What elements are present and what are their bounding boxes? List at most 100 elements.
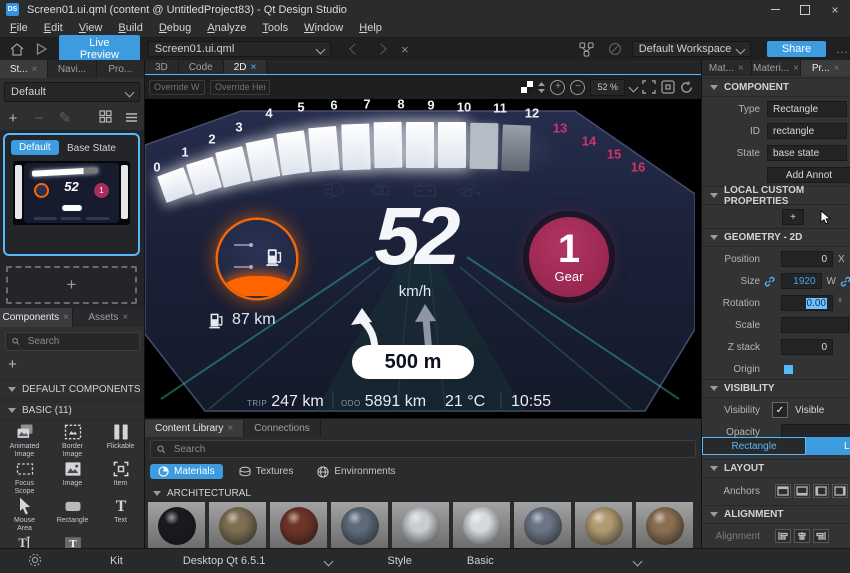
add-annotation-button[interactable]: Add Annot: [767, 167, 850, 183]
override-height-input[interactable]: [210, 80, 270, 95]
component-text-input[interactable]: TTextInput: [49, 533, 97, 548]
anchor-right-icon[interactable]: [832, 484, 848, 498]
subtab-rectangle[interactable]: Rectangle: [702, 437, 806, 455]
state-thumbnail[interactable]: 52 1: [13, 161, 130, 225]
filter-textures[interactable]: Textures: [231, 464, 302, 479]
component-rectangle[interactable]: Rectangle: [49, 496, 97, 533]
align-center-horizontal-icon[interactable]: [794, 529, 810, 543]
tab-content-library[interactable]: Content Library×: [145, 420, 244, 437]
kit-selector[interactable]: Desktop Qt 6.5.1: [183, 555, 266, 567]
component-flickable[interactable]: Flickable: [97, 422, 145, 459]
tab-states[interactable]: St...×: [0, 60, 48, 78]
tab-3d[interactable]: 3D: [145, 60, 179, 74]
tab-projects[interactable]: Pro...: [97, 60, 145, 78]
content-library-search-input[interactable]: [172, 443, 689, 456]
zstack-field[interactable]: 0: [781, 339, 833, 355]
component-image[interactable]: Image: [49, 459, 97, 496]
anchor-top-icon[interactable]: [775, 484, 791, 498]
background-color-icon[interactable]: [521, 81, 533, 93]
material-item-3[interactable]: [270, 502, 327, 549]
material-item-5[interactable]: [392, 502, 449, 549]
fit-screen-icon[interactable]: [642, 80, 656, 94]
material-item-1[interactable]: [148, 502, 205, 549]
component-text-edit[interactable]: TTextEdit: [1, 533, 49, 548]
tab-navigator[interactable]: Navi...: [48, 60, 96, 78]
tab-components[interactable]: Components×: [0, 308, 73, 327]
rotation-field[interactable]: 0.00: [781, 295, 833, 311]
add-module-button[interactable]: +: [8, 356, 34, 374]
zoom-level[interactable]: 52 %: [590, 79, 625, 96]
material-item-2[interactable]: [209, 502, 266, 549]
filter-environments[interactable]: Environments: [309, 464, 403, 480]
tab-material-editor[interactable]: Materi...×: [752, 60, 802, 76]
close-icon[interactable]: ×: [122, 312, 128, 323]
scale-field[interactable]: [781, 317, 849, 333]
origin-center-button[interactable]: [784, 365, 793, 374]
section-basic[interactable]: BASIC (11): [0, 401, 145, 420]
section-alignment[interactable]: ALIGNMENT: [702, 505, 850, 524]
section-architectural[interactable]: ARCHITECTURAL: [145, 485, 709, 502]
close-button[interactable]: ×: [820, 0, 850, 19]
anchor-left-icon[interactable]: [813, 484, 829, 498]
center-selection-icon[interactable]: [661, 80, 675, 94]
state-badge[interactable]: Default: [11, 140, 59, 155]
chevron-down-icon[interactable]: [324, 556, 334, 566]
refresh-icon[interactable]: [680, 81, 693, 94]
menu-help[interactable]: Help: [351, 22, 390, 34]
tab-connections[interactable]: Connections: [244, 420, 321, 437]
component-item[interactable]: Item: [97, 459, 145, 496]
close-icon[interactable]: ×: [738, 63, 744, 74]
tab-2d[interactable]: 2D×: [224, 60, 268, 74]
zoom-dropdown-icon[interactable]: [629, 82, 639, 92]
add-property-button[interactable]: +: [782, 209, 804, 225]
chevron-down-icon[interactable]: [632, 556, 642, 566]
workspace-selector[interactable]: Default Workspace: [632, 41, 751, 57]
section-local-custom-properties[interactable]: LOCAL CUSTOM PROPERTIES: [702, 186, 850, 205]
close-icon[interactable]: ×: [793, 63, 799, 74]
close-icon[interactable]: ×: [227, 423, 233, 434]
live-preview-button[interactable]: Live Preview: [59, 35, 140, 63]
more-icon[interactable]: …: [836, 42, 850, 56]
components-search-input[interactable]: [26, 335, 133, 348]
stepper-icon[interactable]: [538, 82, 545, 93]
id-field[interactable]: rectangle: [767, 123, 847, 139]
section-geometry-2d[interactable]: GEOMETRY - 2D: [702, 228, 850, 247]
menu-build[interactable]: Build: [110, 22, 150, 34]
link-icon[interactable]: [840, 276, 850, 287]
home-icon[interactable]: [10, 43, 24, 56]
material-item-8[interactable]: [575, 502, 632, 549]
menu-file[interactable]: File: [2, 22, 36, 34]
share-button[interactable]: Share: [767, 41, 826, 57]
close-icon[interactable]: ×: [834, 63, 840, 74]
component-focus-scope[interactable]: FocusScope: [1, 459, 49, 496]
state-group-selector[interactable]: Default: [4, 82, 140, 102]
style-selector[interactable]: Basic: [467, 555, 494, 567]
align-right-icon[interactable]: [813, 529, 829, 543]
state-card-default[interactable]: Default Base State 52 1: [3, 133, 140, 256]
content-library-search[interactable]: [150, 440, 696, 458]
form-editor-canvas[interactable]: 012345678910111213141516 52 km/h 1: [145, 99, 701, 418]
link-icon[interactable]: [764, 276, 775, 287]
section-component[interactable]: COMPONENT: [702, 78, 850, 97]
tab-assets[interactable]: Assets×: [73, 308, 146, 327]
size-width-field[interactable]: 1920: [781, 273, 822, 289]
add-state-button[interactable]: +: [6, 266, 137, 304]
grid-view-icon[interactable]: [92, 110, 118, 127]
tab-properties[interactable]: Pr...×: [801, 60, 850, 76]
menu-analyze[interactable]: Analyze: [199, 22, 254, 34]
section-default-components[interactable]: DEFAULT COMPONENTS: [0, 380, 145, 399]
anchor-bottom-icon[interactable]: [794, 484, 810, 498]
visible-checkbox[interactable]: ✓: [772, 402, 788, 418]
instrument-cluster[interactable]: 012345678910111213141516 52 km/h 1: [145, 99, 695, 417]
section-layout[interactable]: LAYOUT: [702, 459, 850, 478]
menu-tools[interactable]: Tools: [254, 22, 296, 34]
menu-view[interactable]: View: [71, 22, 111, 34]
state-field[interactable]: base state: [767, 145, 847, 161]
close-icon[interactable]: ×: [32, 64, 38, 75]
tab-material-browser[interactable]: Mat...×: [702, 60, 752, 76]
document-selector[interactable]: Screen01.ui.qml: [148, 41, 332, 57]
settings-gear-icon[interactable]: [28, 553, 42, 570]
forward-icon[interactable]: [376, 43, 387, 54]
maximize-button[interactable]: [790, 0, 820, 19]
close-document-icon[interactable]: ×: [401, 42, 409, 57]
